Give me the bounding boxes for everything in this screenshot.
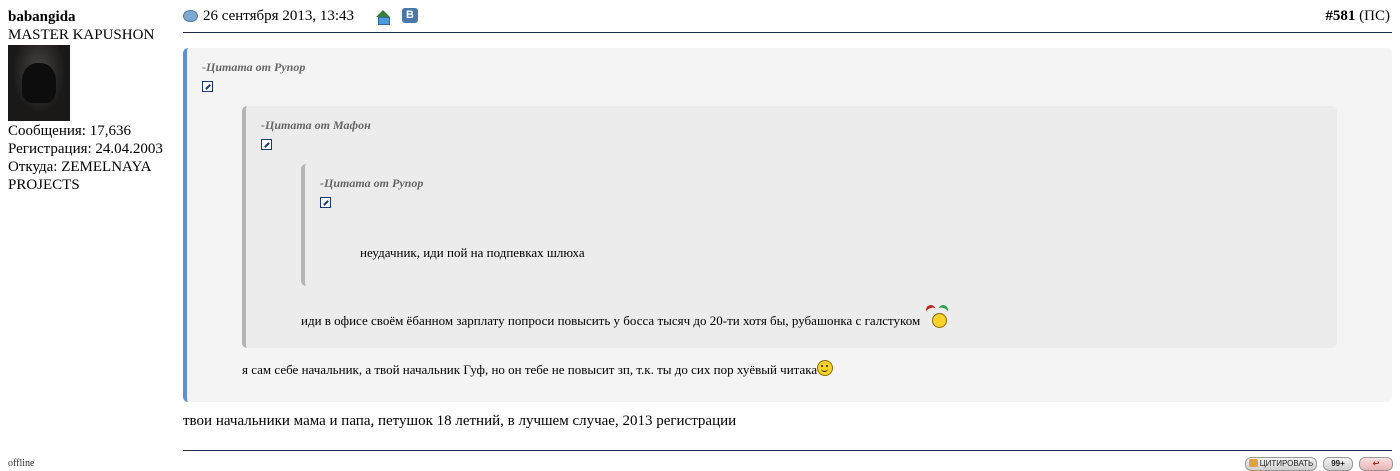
quote-text-middle: иди в офисе своём ёбанном зарплату попро…	[301, 313, 921, 328]
quote-author-middle: -Цитата от Мафон	[261, 118, 371, 132]
user-info: babangida MASTER KAPUSHON Сообщения: 17,…	[8, 8, 180, 194]
post-header: 26 сентября 2013, 13:43 В #581 (ПС)	[183, 6, 1392, 33]
quote-text-outer-wrap: я сам себе начальник, а твой начальник Г…	[242, 360, 834, 378]
post-footer-divider	[183, 450, 1392, 451]
smile-icon	[817, 360, 834, 376]
user-status: offline	[8, 458, 35, 469]
quote-button-label: ЦИТИРОВАТЬ	[1259, 459, 1314, 468]
avatar[interactable]	[8, 45, 70, 121]
quote-icon	[1248, 459, 1258, 467]
vk-share-icon[interactable]: В	[401, 7, 418, 23]
quote-jump-icon-middle[interactable]	[261, 139, 272, 150]
post-number-link[interactable]: #581	[1325, 8, 1355, 24]
quote-text-inner: неудачник, иди пой на подпевках шлюха	[360, 245, 585, 260]
quote-text-middle-wrap: иди в офисе своём ёбанном зарплату попро…	[301, 303, 951, 329]
quote-text-outer: я сам себе начальник, а твой начальник Г…	[242, 362, 818, 377]
home-icon[interactable]	[375, 10, 390, 25]
username[interactable]: babangida	[8, 8, 180, 26]
jester-smiley-icon	[924, 303, 951, 328]
user-registration: Регистрация: 24.04.2003	[8, 141, 163, 157]
user-location: Откуда: ZEMELNAYA	[8, 159, 152, 175]
post-date: 26 сентября 2013, 13:43	[203, 8, 354, 24]
quote-inner	[301, 164, 1337, 286]
quote-jump-icon-inner[interactable]	[320, 197, 331, 208]
user-location-cont: PROJECTS	[8, 177, 80, 193]
quote-author-inner: -Цитата от Рупор	[320, 176, 424, 190]
post-number-suffix: (ПС)	[1355, 8, 1390, 24]
post-message: твои начальники мама и папа, петушок 18 …	[183, 413, 737, 429]
quote-author-outer: -Цитата от Рупор	[202, 60, 306, 74]
post-icon	[183, 9, 198, 22]
user-title: MASTER KAPUSHON	[8, 27, 155, 43]
user-posts-count: Сообщения: 17,636	[8, 123, 131, 139]
quote-jump-icon-outer[interactable]	[202, 81, 213, 92]
